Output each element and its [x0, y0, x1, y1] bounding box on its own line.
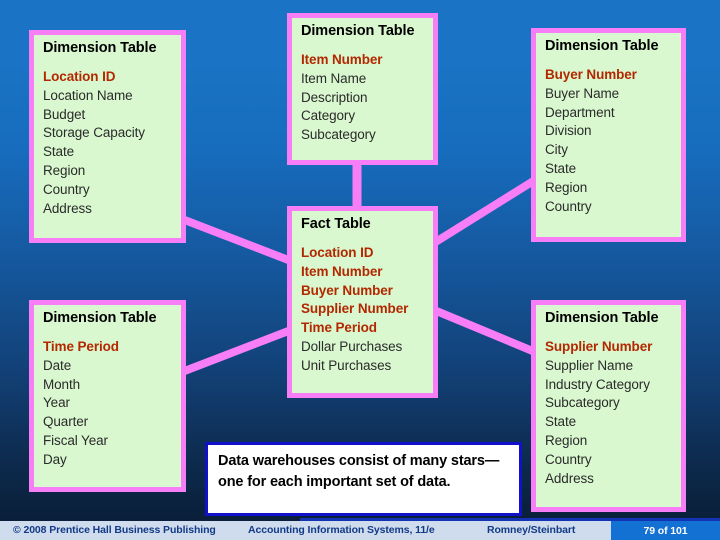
entity-header: Dimension Table — [545, 310, 659, 326]
field-key: Item Number — [301, 263, 383, 279]
field: Division — [545, 123, 592, 139]
field-key: Supplier Number — [545, 339, 653, 354]
field: Buyer Name — [545, 85, 620, 101]
field: Fiscal Year — [43, 432, 108, 448]
footer-authors: Romney/Steinbart — [487, 524, 576, 536]
slide-canvas: Dimension Table Location ID Location Nam… — [0, 0, 720, 540]
field: Supplier Name — [545, 357, 633, 373]
field-key: Buyer Number — [301, 282, 393, 298]
field-list: Time Period Date Month Year Quarter Fisc… — [43, 338, 181, 470]
field-key: Item Number — [301, 52, 383, 67]
field: Country — [43, 181, 90, 197]
field: Country — [545, 451, 592, 467]
caption-text: Data warehouses consist of many stars—on… — [218, 453, 500, 490]
field: Industry Category — [545, 376, 650, 392]
field-key: Location ID — [301, 245, 374, 260]
field: Subcategory — [545, 395, 620, 411]
field-key: Time Period — [301, 320, 377, 336]
footer-copyright: © 2008 Prentice Hall Business Publishing — [13, 524, 216, 536]
field-key: Supplier Number — [301, 301, 409, 317]
field: State — [545, 160, 577, 176]
entity-header: Dimension Table — [301, 23, 415, 39]
field: Month — [43, 376, 81, 392]
field-list: Location ID Location Name Budget Storage… — [43, 68, 181, 218]
field: Address — [43, 200, 92, 216]
field: Department — [545, 104, 615, 120]
entity-header: Dimension Table — [43, 40, 157, 56]
field-list: Buyer Number Buyer Name Department Divis… — [545, 66, 681, 216]
page-number-text: 79 of 101 — [643, 525, 688, 537]
entity-box-buyer-dimension[interactable]: Dimension Table Buyer Number Buyer Name … — [531, 28, 686, 242]
slide-footer: © 2008 Prentice Hall Business Publishing… — [0, 518, 720, 540]
entity-header: Fact Table — [301, 216, 371, 232]
field: Unit Purchases — [301, 357, 392, 373]
entity-header: Dimension Table — [43, 310, 157, 326]
field: Category — [301, 108, 355, 124]
field: Description — [301, 89, 368, 105]
field: Region — [43, 162, 86, 178]
field-key: Location ID — [43, 69, 116, 84]
entity-box-location-dimension[interactable]: Dimension Table Location ID Location Nam… — [29, 30, 186, 243]
caption-callout: Data warehouses consist of many stars—on… — [205, 442, 522, 516]
field: Quarter — [43, 414, 89, 430]
footer-book-title: Accounting Information Systems, 11/e — [248, 524, 435, 536]
field: Country — [545, 198, 592, 214]
field-list: Location ID Item Number Buyer Number Sup… — [301, 244, 433, 376]
field: Date — [43, 357, 72, 373]
field-list: Supplier Number Supplier Name Industry C… — [545, 338, 681, 488]
field: Day — [43, 451, 67, 467]
field: Item Name — [301, 70, 367, 86]
field: Subcategory — [301, 127, 376, 143]
field-key: Buyer Number — [545, 67, 637, 82]
entity-box-supplier-dimension[interactable]: Dimension Table Supplier Number Supplier… — [531, 300, 686, 512]
field: Storage Capacity — [43, 125, 145, 141]
field: Year — [43, 395, 70, 411]
field: Location Name — [43, 87, 133, 103]
page-number-badge: 79 of 101 — [611, 521, 720, 540]
entity-box-item-dimension[interactable]: Dimension Table Item Number Item Name De… — [287, 13, 438, 165]
entity-box-fact-table[interactable]: Fact Table Location ID Item Number Buyer… — [287, 206, 438, 398]
field: Region — [545, 179, 588, 195]
field: Budget — [43, 106, 86, 122]
field-list: Item Number Item Name Description Catego… — [301, 51, 433, 145]
field: Address — [545, 470, 594, 486]
field: State — [43, 144, 75, 160]
field: Dollar Purchases — [301, 338, 403, 354]
field: City — [545, 142, 568, 158]
entity-header: Dimension Table — [545, 38, 659, 54]
entity-box-time-dimension[interactable]: Dimension Table Time Period Date Month Y… — [29, 300, 186, 492]
field: State — [545, 414, 577, 430]
field-key: Time Period — [43, 339, 119, 354]
field: Region — [545, 432, 588, 448]
